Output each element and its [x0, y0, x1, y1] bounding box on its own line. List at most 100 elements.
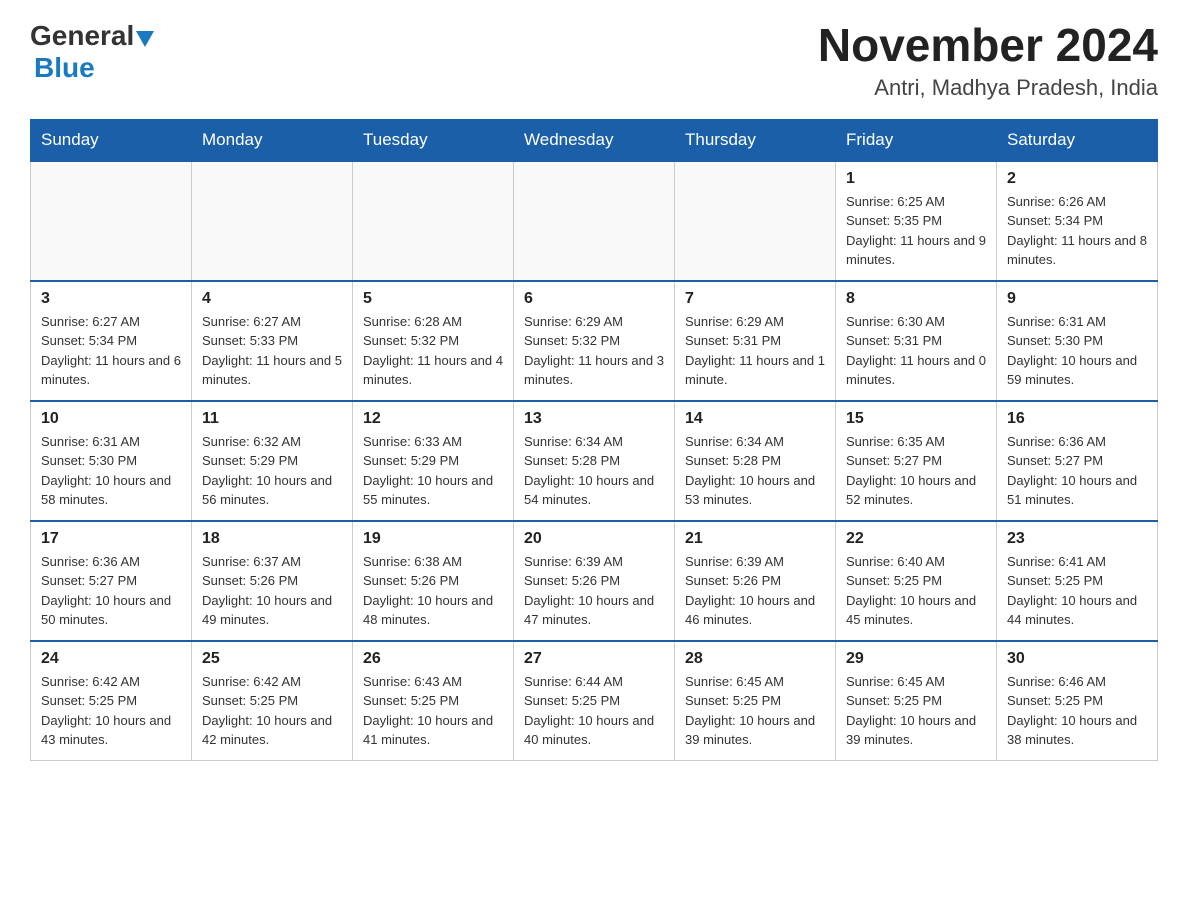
calendar-day-cell: 16 Sunrise: 6:36 AM Sunset: 5:27 PM Dayli… [997, 401, 1158, 521]
day-info: Sunrise: 6:42 AM Sunset: 5:25 PM Dayligh… [202, 672, 342, 750]
day-number: 20 [524, 530, 664, 548]
day-number: 29 [846, 650, 986, 668]
day-number: 11 [202, 410, 342, 428]
day-info: Sunrise: 6:44 AM Sunset: 5:25 PM Dayligh… [524, 672, 664, 750]
day-info: Sunrise: 6:41 AM Sunset: 5:25 PM Dayligh… [1007, 552, 1147, 630]
logo-blue-text: Blue [34, 52, 95, 83]
calendar-week-row: 10Sunrise: 6:31 AM Sunset: 5:30 PM Dayli… [31, 401, 1158, 521]
calendar-day-cell [514, 161, 675, 281]
calendar-day-cell: 9 Sunrise: 6:31 AM Sunset: 5:30 PM Daylig… [997, 281, 1158, 401]
calendar-day-cell [31, 161, 192, 281]
day-info: Sunrise: 6:34 AM Sunset: 5:28 PM Dayligh… [685, 432, 825, 510]
calendar-day-cell: 29Sunrise: 6:45 AM Sunset: 5:25 PM Dayli… [836, 641, 997, 761]
calendar-day-cell: 23 Sunrise: 6:41 AM Sunset: 5:25 PM Dayli… [997, 521, 1158, 641]
day-number: 19 [363, 530, 503, 548]
day-info: Sunrise: 6:39 AM Sunset: 5:26 PM Dayligh… [524, 552, 664, 630]
day-info: Sunrise: 6:27 AM Sunset: 5:33 PM Dayligh… [202, 312, 342, 390]
day-info: Sunrise: 6:43 AM Sunset: 5:25 PM Dayligh… [363, 672, 503, 750]
calendar-day-cell: 17 Sunrise: 6:36 AM Sunset: 5:27 PM Dayli… [31, 521, 192, 641]
day-number: 15 [846, 410, 986, 428]
day-info: Sunrise: 6:38 AM Sunset: 5:26 PM Dayligh… [363, 552, 503, 630]
day-number: 25 [202, 650, 342, 668]
day-info: Sunrise: 6:36 AM Sunset: 5:27 PM Dayligh… [41, 552, 181, 630]
day-info: Sunrise: 6:26 AM Sunset: 5:34 PM Dayligh… [1007, 192, 1147, 270]
day-info: Sunrise: 6:34 AM Sunset: 5:28 PM Dayligh… [524, 432, 664, 510]
calendar-day-cell: 12 Sunrise: 6:33 AM Sunset: 5:29 PM Dayli… [353, 401, 514, 521]
day-info: Sunrise: 6:29 AM Sunset: 5:31 PM Dayligh… [685, 312, 825, 390]
col-sunday: Sunday [31, 119, 192, 161]
calendar-day-cell: 30 Sunrise: 6:46 AM Sunset: 5:25 PM Dayli… [997, 641, 1158, 761]
calendar-day-cell [353, 161, 514, 281]
day-number: 21 [685, 530, 825, 548]
day-number: 1 [846, 170, 986, 188]
calendar-day-cell: 14 Sunrise: 6:34 AM Sunset: 5:28 PM Dayli… [675, 401, 836, 521]
day-info: Sunrise: 6:33 AM Sunset: 5:29 PM Dayligh… [363, 432, 503, 510]
calendar-week-row: 1 Sunrise: 6:25 AM Sunset: 5:35 PM Daylig… [31, 161, 1158, 281]
calendar-week-row: 24 Sunrise: 6:42 AM Sunset: 5:25 PM Dayli… [31, 641, 1158, 761]
day-number: 2 [1007, 170, 1147, 188]
calendar-day-cell: 1 Sunrise: 6:25 AM Sunset: 5:35 PM Daylig… [836, 161, 997, 281]
day-number: 17 [41, 530, 181, 548]
day-number: 14 [685, 410, 825, 428]
col-saturday: Saturday [997, 119, 1158, 161]
day-number: 13 [524, 410, 664, 428]
calendar-day-cell: 15 Sunrise: 6:35 AM Sunset: 5:27 PM Dayli… [836, 401, 997, 521]
calendar-day-cell: 21 Sunrise: 6:39 AM Sunset: 5:26 PM Dayli… [675, 521, 836, 641]
day-number: 8 [846, 290, 986, 308]
day-number: 6 [524, 290, 664, 308]
calendar-day-cell: 25 Sunrise: 6:42 AM Sunset: 5:25 PM Dayli… [192, 641, 353, 761]
day-info: Sunrise: 6:37 AM Sunset: 5:26 PM Dayligh… [202, 552, 342, 630]
day-info: Sunrise: 6:42 AM Sunset: 5:25 PM Dayligh… [41, 672, 181, 750]
col-wednesday: Wednesday [514, 119, 675, 161]
title-block: November 2024 Antri, Madhya Pradesh, Ind… [818, 20, 1158, 101]
calendar-day-cell: 2 Sunrise: 6:26 AM Sunset: 5:34 PM Daylig… [997, 161, 1158, 281]
day-number: 22 [846, 530, 986, 548]
day-number: 16 [1007, 410, 1147, 428]
col-tuesday: Tuesday [353, 119, 514, 161]
day-number: 23 [1007, 530, 1147, 548]
day-info: Sunrise: 6:40 AM Sunset: 5:25 PM Dayligh… [846, 552, 986, 630]
calendar-day-cell: 22 Sunrise: 6:40 AM Sunset: 5:25 PM Dayli… [836, 521, 997, 641]
calendar-day-cell: 8 Sunrise: 6:30 AM Sunset: 5:31 PM Daylig… [836, 281, 997, 401]
day-info: Sunrise: 6:27 AM Sunset: 5:34 PM Dayligh… [41, 312, 181, 390]
calendar-day-cell: 19 Sunrise: 6:38 AM Sunset: 5:26 PM Dayli… [353, 521, 514, 641]
day-number: 18 [202, 530, 342, 548]
calendar-day-cell: 28Sunrise: 6:45 AM Sunset: 5:25 PM Dayli… [675, 641, 836, 761]
day-info: Sunrise: 6:35 AM Sunset: 5:27 PM Dayligh… [846, 432, 986, 510]
col-thursday: Thursday [675, 119, 836, 161]
calendar-day-cell [675, 161, 836, 281]
day-number: 9 [1007, 290, 1147, 308]
col-friday: Friday [836, 119, 997, 161]
logo: General Blue [30, 20, 158, 84]
day-info: Sunrise: 6:30 AM Sunset: 5:31 PM Dayligh… [846, 312, 986, 390]
day-number: 24 [41, 650, 181, 668]
calendar-day-cell: 27Sunrise: 6:44 AM Sunset: 5:25 PM Dayli… [514, 641, 675, 761]
calendar-subtitle: Antri, Madhya Pradesh, India [818, 75, 1158, 101]
day-number: 26 [363, 650, 503, 668]
logo-general-text: General [30, 20, 134, 52]
calendar-day-cell: 4 Sunrise: 6:27 AM Sunset: 5:33 PM Daylig… [192, 281, 353, 401]
day-number: 12 [363, 410, 503, 428]
day-info: Sunrise: 6:36 AM Sunset: 5:27 PM Dayligh… [1007, 432, 1147, 510]
calendar-title: November 2024 [818, 20, 1158, 71]
calendar-table: Sunday Monday Tuesday Wednesday Thursday… [30, 119, 1158, 762]
day-info: Sunrise: 6:31 AM Sunset: 5:30 PM Dayligh… [1007, 312, 1147, 390]
day-number: 7 [685, 290, 825, 308]
day-info: Sunrise: 6:46 AM Sunset: 5:25 PM Dayligh… [1007, 672, 1147, 750]
day-info: Sunrise: 6:29 AM Sunset: 5:32 PM Dayligh… [524, 312, 664, 390]
calendar-day-cell: 18 Sunrise: 6:37 AM Sunset: 5:26 PM Dayli… [192, 521, 353, 641]
day-info: Sunrise: 6:39 AM Sunset: 5:26 PM Dayligh… [685, 552, 825, 630]
calendar-header-row: Sunday Monday Tuesday Wednesday Thursday… [31, 119, 1158, 161]
calendar-day-cell [192, 161, 353, 281]
calendar-day-cell: 7 Sunrise: 6:29 AM Sunset: 5:31 PM Daylig… [675, 281, 836, 401]
day-number: 4 [202, 290, 342, 308]
calendar-day-cell: 6 Sunrise: 6:29 AM Sunset: 5:32 PM Daylig… [514, 281, 675, 401]
day-info: Sunrise: 6:25 AM Sunset: 5:35 PM Dayligh… [846, 192, 986, 270]
col-monday: Monday [192, 119, 353, 161]
calendar-day-cell: 26 Sunrise: 6:43 AM Sunset: 5:25 PM Dayli… [353, 641, 514, 761]
calendar-day-cell: 3 Sunrise: 6:27 AM Sunset: 5:34 PM Daylig… [31, 281, 192, 401]
day-number: 30 [1007, 650, 1147, 668]
day-number: 3 [41, 290, 181, 308]
day-info: Sunrise: 6:45 AM Sunset: 5:25 PM Dayligh… [685, 672, 825, 750]
logo-triangle-icon [136, 27, 158, 49]
